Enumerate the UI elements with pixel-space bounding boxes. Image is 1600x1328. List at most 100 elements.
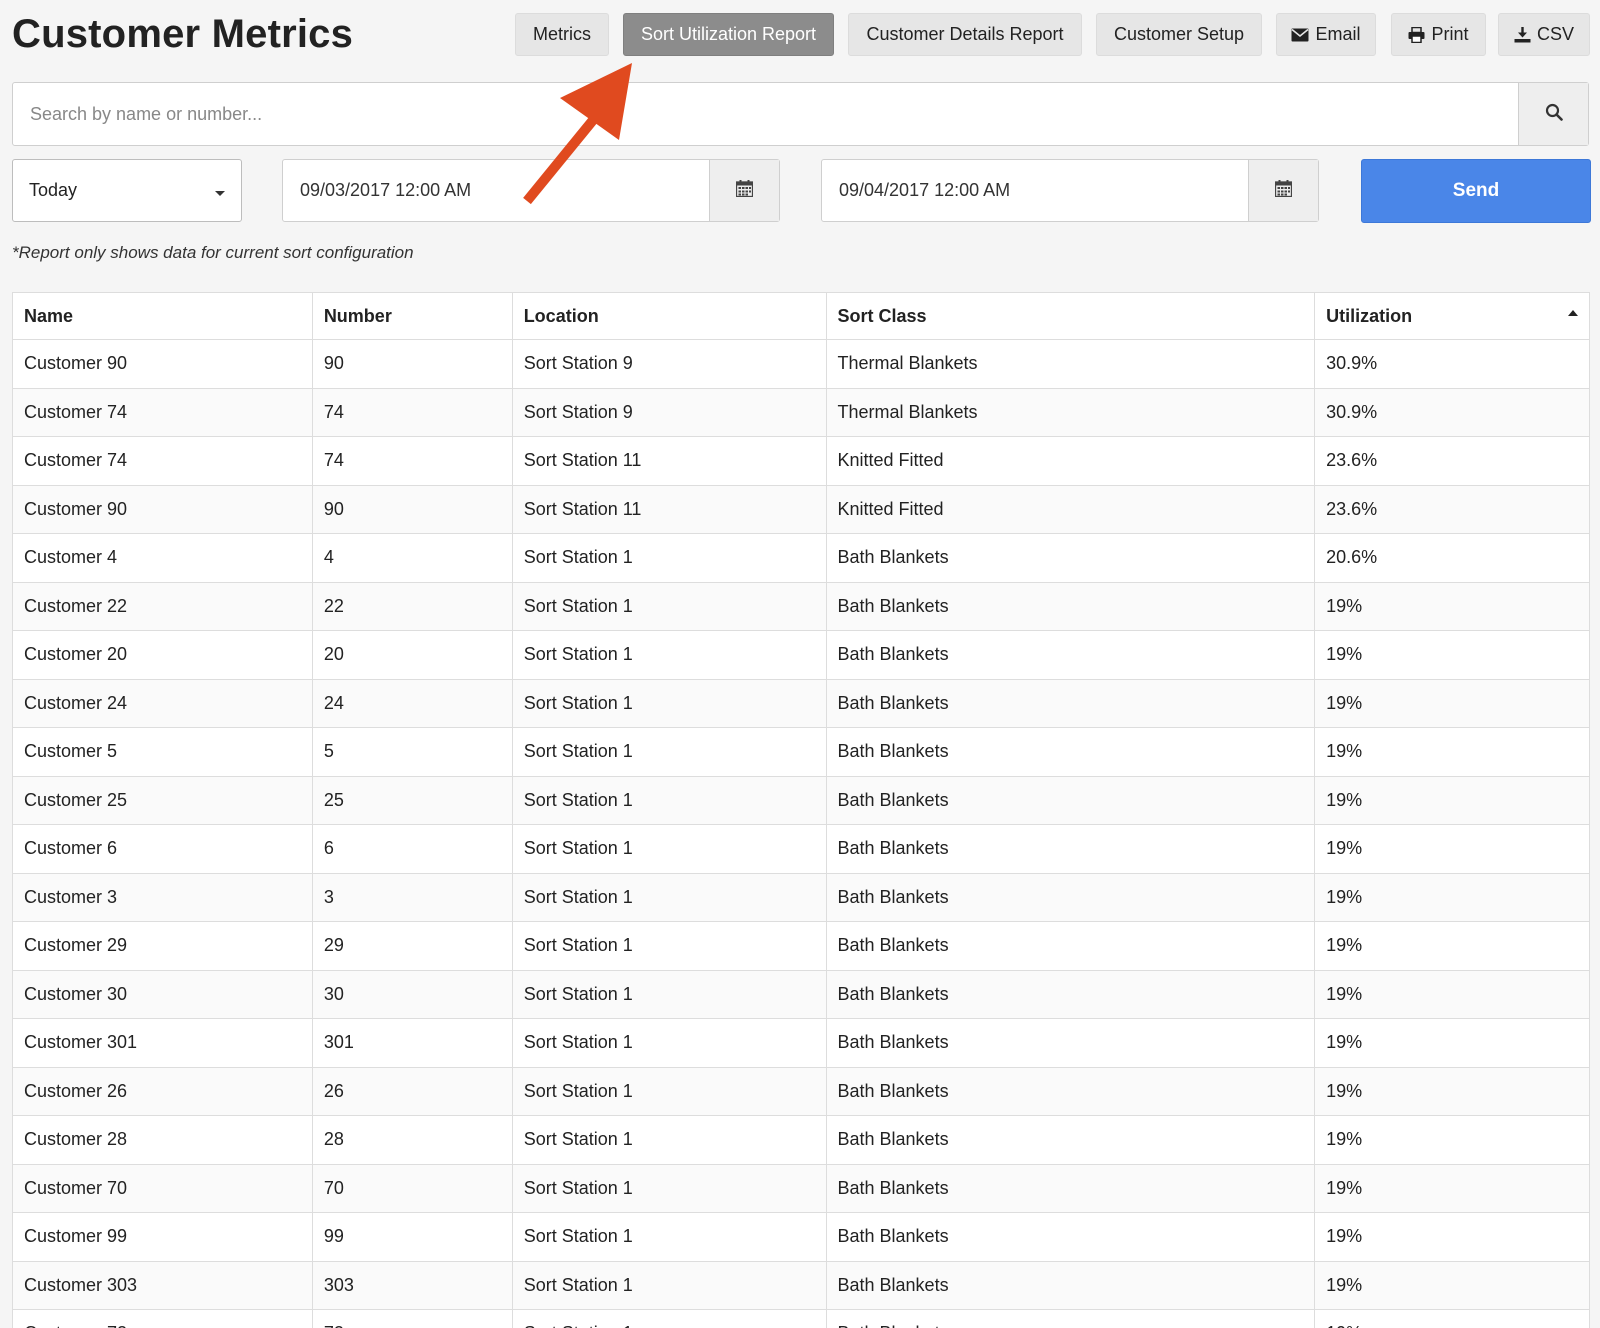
cell-location: Sort Station 1 — [511, 824, 827, 874]
print-label: Print — [1431, 24, 1469, 44]
email-button[interactable]: Email — [1276, 13, 1376, 56]
printer-icon — [1408, 26, 1425, 43]
cell-number: 74 — [311, 436, 513, 486]
cell-utilization: 19% — [1314, 775, 1590, 825]
cell-location: Sort Station 1 — [511, 1018, 827, 1068]
cell-number: 303 — [311, 1260, 513, 1310]
table-row[interactable]: Customer 74 74 Sort Station 9 Thermal Blank… — [12, 387, 1590, 437]
table-row[interactable]: Customer 74 74 Sort Station 11 Knitted Fitt… — [12, 436, 1590, 486]
cell-number: 72 — [311, 1309, 513, 1328]
cell-location: Sort Station 1 — [511, 1163, 827, 1213]
cell-name: Customer 3 — [12, 872, 313, 922]
email-label: Email — [1315, 24, 1361, 44]
cell-location: Sort Station 1 — [511, 1115, 827, 1165]
customer-setup-label: Customer Setup — [1113, 24, 1245, 44]
envelope-icon — [1291, 28, 1309, 42]
cell-utilization: 19% — [1314, 678, 1590, 728]
cell-name: Customer 5 — [12, 727, 313, 777]
cell-location: Sort Station 1 — [511, 727, 827, 777]
csv-button[interactable]: CSV — [1498, 13, 1590, 56]
chevron-down-icon — [215, 191, 225, 196]
cell-sort-class: Bath Blankets — [825, 775, 1316, 825]
table-row[interactable]: Customer 303 303 Sort Station 1 Bath Blanke… — [12, 1260, 1590, 1310]
cell-utilization: 19% — [1314, 969, 1590, 1019]
cell-utilization: 19% — [1314, 921, 1590, 971]
customer-setup-button[interactable]: Customer Setup — [1096, 13, 1262, 56]
cell-location: Sort Station 9 — [511, 339, 827, 389]
cell-utilization: 19% — [1314, 1260, 1590, 1310]
table-row[interactable]: Customer 22 22 Sort Station 1 Bath Blankets… — [12, 581, 1590, 631]
table-row[interactable]: Customer 4 4 Sort Station 1 Bath Blankets 20… — [12, 533, 1590, 583]
table-row[interactable]: Customer 301 301 Sort Station 1 Bath Blanke… — [12, 1018, 1590, 1068]
table-row[interactable]: Customer 26 26 Sort Station 1 Bath Blankets… — [12, 1066, 1590, 1116]
cell-number: 6 — [311, 824, 513, 874]
table-row[interactable]: Customer 99 99 Sort Station 1 Bath Blankets… — [12, 1212, 1590, 1262]
cell-name: Customer 20 — [12, 630, 313, 680]
table-row[interactable]: Customer 7272Sort Station 1Bath Blankets… — [12, 1309, 1590, 1328]
sort-utilization-report-button[interactable]: Sort Utilization Report — [623, 13, 834, 56]
start-date-input[interactable] — [283, 160, 709, 221]
cell-utilization: 23.6% — [1314, 436, 1590, 486]
cell-location: Sort Station 1 — [511, 581, 827, 631]
table-row[interactable]: Customer 20 20 Sort Station 1 Bath Blankets… — [12, 630, 1590, 680]
cell-sort-class: Bath Blankets — [825, 872, 1316, 922]
table-row[interactable]: Customer 3 3 Sort Station 1 Bath Blankets 19… — [12, 872, 1590, 922]
cell-name: Customer 30 — [12, 969, 313, 1019]
cell-name: Customer 99 — [12, 1212, 313, 1262]
cell-location: Sort Station 11 — [511, 484, 827, 534]
date-range-select[interactable]: Today — [12, 159, 242, 222]
cell-name: Customer 72 — [12, 1309, 313, 1328]
table-row[interactable]: Customer 24 24 Sort Station 1 Bath Blankets… — [12, 678, 1590, 728]
cell-location: Sort Station 1 — [511, 775, 827, 825]
cell-sort-class: Bath Blankets — [825, 727, 1316, 777]
cell-number: 90 — [311, 339, 513, 389]
table-row[interactable]: Customer 90 90 Sort Station 9 Thermal Blank… — [12, 339, 1590, 389]
table-row[interactable]: Customer 30 30 Sort Station 1 Bath Blankets… — [12, 969, 1590, 1019]
calendar-icon — [1274, 179, 1293, 202]
table-row[interactable]: Customer 6 6 Sort Station 1 Bath Blankets 19… — [12, 824, 1590, 874]
end-date-calendar-button[interactable] — [1248, 160, 1318, 221]
cell-location: Sort Station 9 — [511, 387, 827, 437]
customer-details-report-button[interactable]: Customer Details Report — [848, 13, 1082, 56]
cell-utilization: 19% — [1314, 1163, 1590, 1213]
cell-utilization: 20.6% — [1314, 533, 1590, 583]
top-nav: Metrics Sort Utilization Report Customer… — [0, 13, 1600, 57]
cell-sort-class: Knitted Fitted — [825, 436, 1316, 486]
table-row[interactable]: Customer 90 90 Sort Station 11 Knitted Fitt… — [12, 484, 1590, 534]
column-header-number[interactable]: Number — [311, 292, 513, 340]
cell-number: 4 — [311, 533, 513, 583]
cell-utilization: 30.9% — [1314, 339, 1590, 389]
cell-utilization: 19% — [1314, 872, 1590, 922]
cell-sort-class: Bath Blankets — [825, 969, 1316, 1019]
start-date-calendar-button[interactable] — [709, 160, 779, 221]
send-button[interactable]: Send — [1361, 159, 1591, 223]
table-row[interactable]: Customer 70 70 Sort Station 1 Bath Blankets… — [12, 1163, 1590, 1213]
print-button[interactable]: Print — [1391, 13, 1486, 56]
cell-number: 30 — [311, 969, 513, 1019]
start-date-group — [282, 159, 780, 222]
column-header-location[interactable]: Location — [511, 292, 827, 340]
search-button[interactable] — [1518, 83, 1588, 145]
cell-name: Customer 24 — [12, 678, 313, 728]
metrics-button[interactable]: Metrics — [515, 13, 609, 56]
column-header-name[interactable]: Name — [12, 292, 313, 340]
table-row[interactable]: Customer 25 25 Sort Station 1 Bath Blankets… — [12, 775, 1590, 825]
column-header-sort-class[interactable]: Sort Class — [825, 292, 1316, 340]
cell-location: Sort Station 1 — [511, 1212, 827, 1262]
table-row[interactable]: Customer 28 28 Sort Station 1 Bath Blankets… — [12, 1115, 1590, 1165]
cell-location: Sort Station 1 — [511, 678, 827, 728]
table-row[interactable]: Customer 5 5 Sort Station 1 Bath Blankets 19… — [12, 727, 1590, 777]
cell-name: Customer 29 — [12, 921, 313, 971]
cell-location: Sort Station 1 — [511, 1260, 827, 1310]
table-row[interactable]: Customer 29 29 Sort Station 1 Bath Blankets… — [12, 921, 1590, 971]
column-header-utilization[interactable]: Utilization — [1314, 292, 1590, 340]
search-input[interactable] — [13, 83, 1518, 145]
cell-number: 20 — [311, 630, 513, 680]
cell-name: Customer 74 — [12, 436, 313, 486]
cell-number: 28 — [311, 1115, 513, 1165]
end-date-input[interactable] — [822, 160, 1248, 221]
cell-location: Sort Station 1 — [511, 1309, 827, 1328]
cell-utilization: 19% — [1314, 1115, 1590, 1165]
cell-name: Customer 90 — [12, 484, 313, 534]
cell-utilization: 23.6% — [1314, 484, 1590, 534]
